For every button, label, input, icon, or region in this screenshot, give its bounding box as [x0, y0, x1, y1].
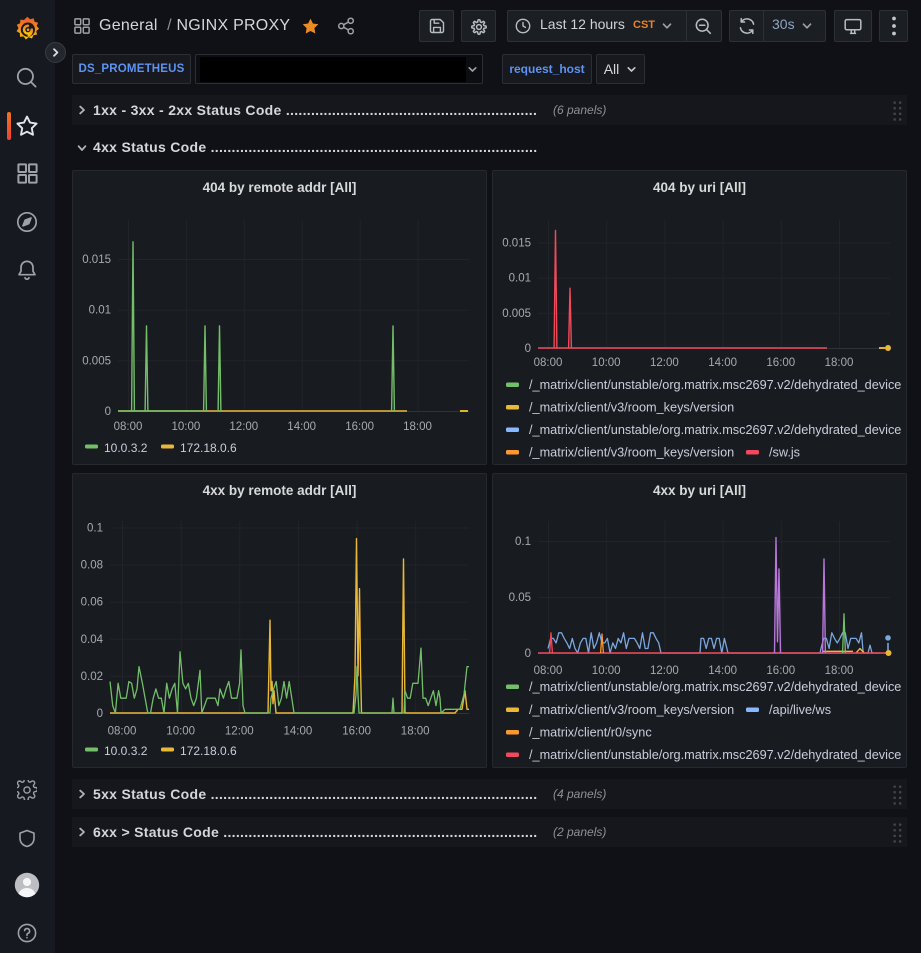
svg-text:0.1: 0.1	[515, 536, 531, 548]
svg-text:10:00: 10:00	[592, 357, 621, 369]
svg-text:08:00: 08:00	[534, 357, 563, 369]
svg-text:12:00: 12:00	[225, 726, 254, 738]
svg-text:/_matrix/client/unstable/org.m: /_matrix/client/unstable/org.matrix.msc2…	[529, 423, 901, 437]
svg-text:/_matrix/client/r0/sync: /_matrix/client/r0/sync	[529, 726, 652, 740]
svg-text:0.02: 0.02	[81, 671, 103, 683]
svg-text:0: 0	[97, 708, 103, 720]
svg-text:14:00: 14:00	[708, 665, 737, 677]
svg-text:/_matrix/client/unstable/org.m: /_matrix/client/unstable/org.matrix.msc2…	[529, 748, 901, 762]
svg-text:18:00: 18:00	[825, 665, 854, 677]
svg-text:10:00: 10:00	[166, 726, 195, 738]
svg-text:16:00: 16:00	[345, 421, 374, 433]
svg-text:12:00: 12:00	[229, 421, 258, 433]
svg-text:08:00: 08:00	[114, 421, 143, 433]
svg-text:0.06: 0.06	[81, 597, 103, 609]
svg-text:/sw.js: /sw.js	[769, 446, 800, 460]
svg-text:/_matrix/client/v3/room_keys/v: /_matrix/client/v3/room_keys/version	[529, 446, 734, 460]
svg-text:16:00: 16:00	[766, 357, 795, 369]
svg-text:0.015: 0.015	[502, 237, 531, 249]
svg-text:0.005: 0.005	[502, 308, 531, 320]
svg-text:/_matrix/client/unstable/org.m: /_matrix/client/unstable/org.matrix.msc2…	[529, 378, 901, 392]
svg-text:0: 0	[105, 406, 111, 418]
svg-text:0.08: 0.08	[81, 560, 103, 572]
svg-text:18:00: 18:00	[401, 726, 430, 738]
svg-text:10.0.3.2: 10.0.3.2	[104, 744, 148, 758]
svg-text:/_matrix/client/unstable/org.m: /_matrix/client/unstable/org.matrix.msc2…	[529, 680, 901, 694]
svg-text:0.1: 0.1	[87, 523, 103, 535]
svg-text:/api/live/ws: /api/live/ws	[769, 703, 831, 717]
svg-text:08:00: 08:00	[108, 726, 137, 738]
svg-text:14:00: 14:00	[708, 357, 737, 369]
svg-text:0.015: 0.015	[82, 254, 111, 266]
svg-text:/_matrix/client/v3/room_keys/v: /_matrix/client/v3/room_keys/version	[529, 703, 734, 717]
svg-text:08:00: 08:00	[534, 665, 563, 677]
svg-text:10.0.3.2: 10.0.3.2	[104, 441, 148, 455]
svg-text:10:00: 10:00	[592, 665, 621, 677]
svg-text:18:00: 18:00	[825, 357, 854, 369]
svg-text:12:00: 12:00	[650, 665, 679, 677]
svg-text:/_matrix/client/v3/room_keys/v: /_matrix/client/v3/room_keys/version	[529, 401, 734, 415]
svg-text:14:00: 14:00	[284, 726, 313, 738]
svg-text:14:00: 14:00	[287, 421, 316, 433]
svg-text:16:00: 16:00	[766, 665, 795, 677]
svg-text:18:00: 18:00	[403, 421, 432, 433]
svg-text:0.04: 0.04	[81, 634, 104, 646]
svg-text:12:00: 12:00	[650, 357, 679, 369]
svg-text:0: 0	[525, 343, 531, 355]
svg-text:0.01: 0.01	[509, 273, 531, 285]
svg-text:0: 0	[525, 648, 531, 660]
svg-text:16:00: 16:00	[342, 726, 371, 738]
svg-text:0.01: 0.01	[89, 305, 111, 317]
svg-text:10:00: 10:00	[172, 421, 201, 433]
svg-text:0.005: 0.005	[82, 355, 111, 367]
svg-text:0.05: 0.05	[509, 592, 531, 604]
svg-text:172.18.0.6: 172.18.0.6	[180, 441, 237, 455]
svg-text:172.18.0.6: 172.18.0.6	[180, 744, 237, 758]
